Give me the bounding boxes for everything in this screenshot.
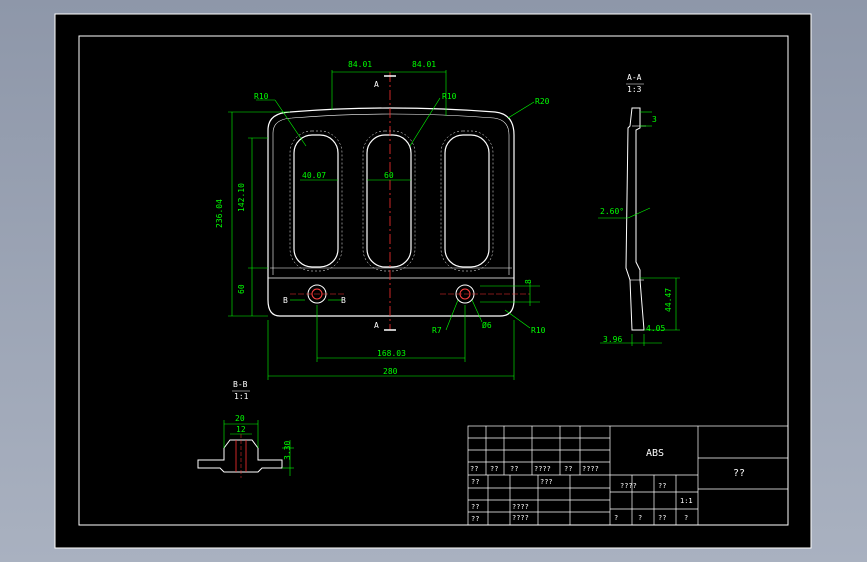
tb-scale-label: ?? bbox=[658, 482, 666, 490]
tb-sheet-1: ? bbox=[638, 514, 642, 522]
bb-scale: 1:1 bbox=[234, 392, 249, 401]
title-material: ABS bbox=[646, 448, 664, 459]
tb-row-label-3: ???? bbox=[534, 465, 551, 473]
dim-r-bottom: R10 bbox=[531, 326, 546, 335]
tb-stage: ???? bbox=[512, 514, 529, 522]
dim-r-hole: R7 bbox=[432, 326, 442, 335]
tb-date: ???? bbox=[512, 503, 529, 511]
tb-sheet-0: ? bbox=[614, 514, 618, 522]
section-b-right: B bbox=[341, 296, 346, 305]
tb-row-label-4: ?? bbox=[564, 465, 572, 473]
dim-top-right: 84.01 bbox=[412, 60, 436, 69]
tb-sheet-3: ? bbox=[684, 514, 688, 522]
dim-top-left: 84.01 bbox=[348, 60, 372, 69]
side-lower-height: 44.47 bbox=[664, 288, 673, 312]
tb-weight: ?? bbox=[471, 515, 479, 523]
drawing-canvas[interactable]: 84.01 84.01 A A R10 R10 R20 40.07 60 236… bbox=[0, 0, 867, 562]
dim-height-lower: 60 bbox=[237, 284, 246, 294]
cad-viewport[interactable]: 84.01 84.01 A A R10 R10 R20 40.07 60 236… bbox=[0, 0, 867, 562]
dim-r-center: R10 bbox=[442, 92, 457, 101]
dim-height-total: 236.04 bbox=[215, 199, 224, 228]
tb-designer: ?? bbox=[471, 478, 479, 486]
dim-hole-dia: Ø6 bbox=[482, 320, 492, 330]
bb-section-label: B-B bbox=[233, 380, 248, 389]
dim-r-left: R10 bbox=[254, 92, 269, 101]
side-top-thickness: 3 bbox=[652, 115, 657, 124]
tb-checker: ??? bbox=[540, 478, 553, 486]
bb-height: 3.30 bbox=[283, 441, 292, 460]
tb-approver: ?? bbox=[471, 503, 479, 511]
title-drawing-name: ?? bbox=[733, 468, 745, 479]
tb-sheet-2: ?? bbox=[658, 514, 666, 522]
dim-hole-right-label: 8 bbox=[524, 279, 533, 284]
tb-scale-value: 1:1 bbox=[680, 497, 693, 505]
section-mark-top: A bbox=[374, 80, 379, 89]
bb-inner-width: 12 bbox=[236, 425, 246, 434]
side-scale: 1:3 bbox=[627, 85, 642, 94]
dim-r-corner: R20 bbox=[535, 97, 550, 106]
tb-row-label-0: ?? bbox=[470, 465, 478, 473]
tb-row-label-5: ???? bbox=[582, 465, 599, 473]
dim-width-total: 280 bbox=[383, 367, 398, 376]
section-b-left: B bbox=[283, 296, 288, 305]
drawing-sheet bbox=[54, 13, 812, 549]
side-step-b: 3.96 bbox=[603, 335, 622, 344]
tb-row-label-1: ?? bbox=[490, 465, 498, 473]
dim-slot-center-width: 60 bbox=[384, 171, 394, 180]
side-step-a: 4.05 bbox=[646, 324, 665, 333]
tb-stage-label: ???? bbox=[620, 482, 637, 490]
side-angle: 2.60° bbox=[600, 207, 624, 216]
dim-slot-left-width: 40.07 bbox=[302, 171, 326, 180]
bb-outer-width: 20 bbox=[235, 414, 245, 423]
tb-row-label-2: ?? bbox=[510, 465, 518, 473]
side-section-label: A-A bbox=[627, 73, 642, 82]
dim-hole-spacing: 168.03 bbox=[377, 349, 406, 358]
dim-height-upper: 142.10 bbox=[237, 183, 246, 212]
section-mark-bottom: A bbox=[374, 321, 379, 330]
